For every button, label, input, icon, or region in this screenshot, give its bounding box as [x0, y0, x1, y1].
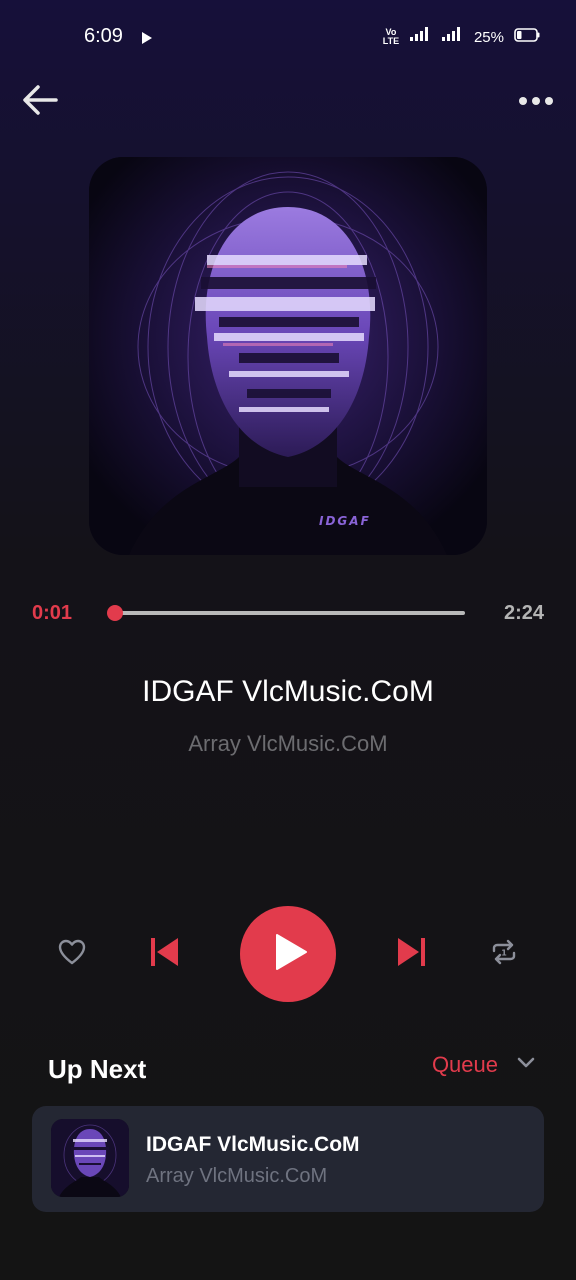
queue-item-title: IDGAF VlcMusic.CoM: [146, 1133, 360, 1156]
network-label: Vo LTE: [382, 27, 400, 46]
queue-item-artist: Array VlcMusic.CoM: [146, 1165, 328, 1187]
status-time: 6:09: [84, 25, 123, 47]
more-horizontal-icon: [518, 93, 554, 111]
repeat-button[interactable]: 1: [484, 934, 524, 974]
next-button[interactable]: [392, 932, 432, 976]
repeat-icon: 1: [490, 938, 518, 971]
svg-text:1: 1: [501, 948, 507, 957]
track-title: IDGAF VlcMusic.CoM: [142, 675, 434, 708]
track-artist: Array VlcMusic.CoM: [188, 731, 388, 756]
queue-button[interactable]: Queue: [432, 1052, 536, 1078]
heart-outline-icon: [58, 939, 86, 970]
skip-previous-icon: [148, 936, 180, 973]
more-options-button[interactable]: [514, 82, 558, 122]
total-time: 2:24: [503, 602, 544, 624]
play-icon: [267, 932, 309, 977]
signal-icon: [409, 26, 432, 48]
back-button[interactable]: [18, 80, 62, 124]
queue-list-item[interactable]: IDGAF VlcMusic.CoM Array VlcMusic.CoM: [32, 1106, 544, 1212]
favorite-button[interactable]: [52, 934, 92, 974]
previous-button[interactable]: [144, 932, 184, 976]
battery-icon: [514, 26, 540, 48]
current-time: 0:01: [32, 602, 73, 624]
signal-icon: [441, 26, 464, 48]
arrow-left-icon: [22, 84, 58, 121]
skip-next-icon: [396, 936, 428, 973]
seek-bar[interactable]: [113, 611, 465, 615]
chevron-down-icon: [516, 1056, 536, 1075]
play-icon: [141, 29, 153, 51]
queue-item-thumbnail: [51, 1119, 129, 1197]
album-art-text: IDGAF: [319, 514, 371, 528]
status-indicators: Vo LTE 25%: [382, 26, 540, 48]
seek-thumb[interactable]: [107, 605, 124, 621]
battery-percent: 25%: [473, 28, 504, 46]
status-bar: 6:09 Vo LTE 25%: [0, 0, 576, 72]
album-art: IDGAF: [89, 157, 487, 555]
up-next-title: Up Next: [48, 1054, 147, 1084]
queue-label: Queue: [431, 1052, 498, 1077]
play-button[interactable]: [240, 906, 336, 1002]
